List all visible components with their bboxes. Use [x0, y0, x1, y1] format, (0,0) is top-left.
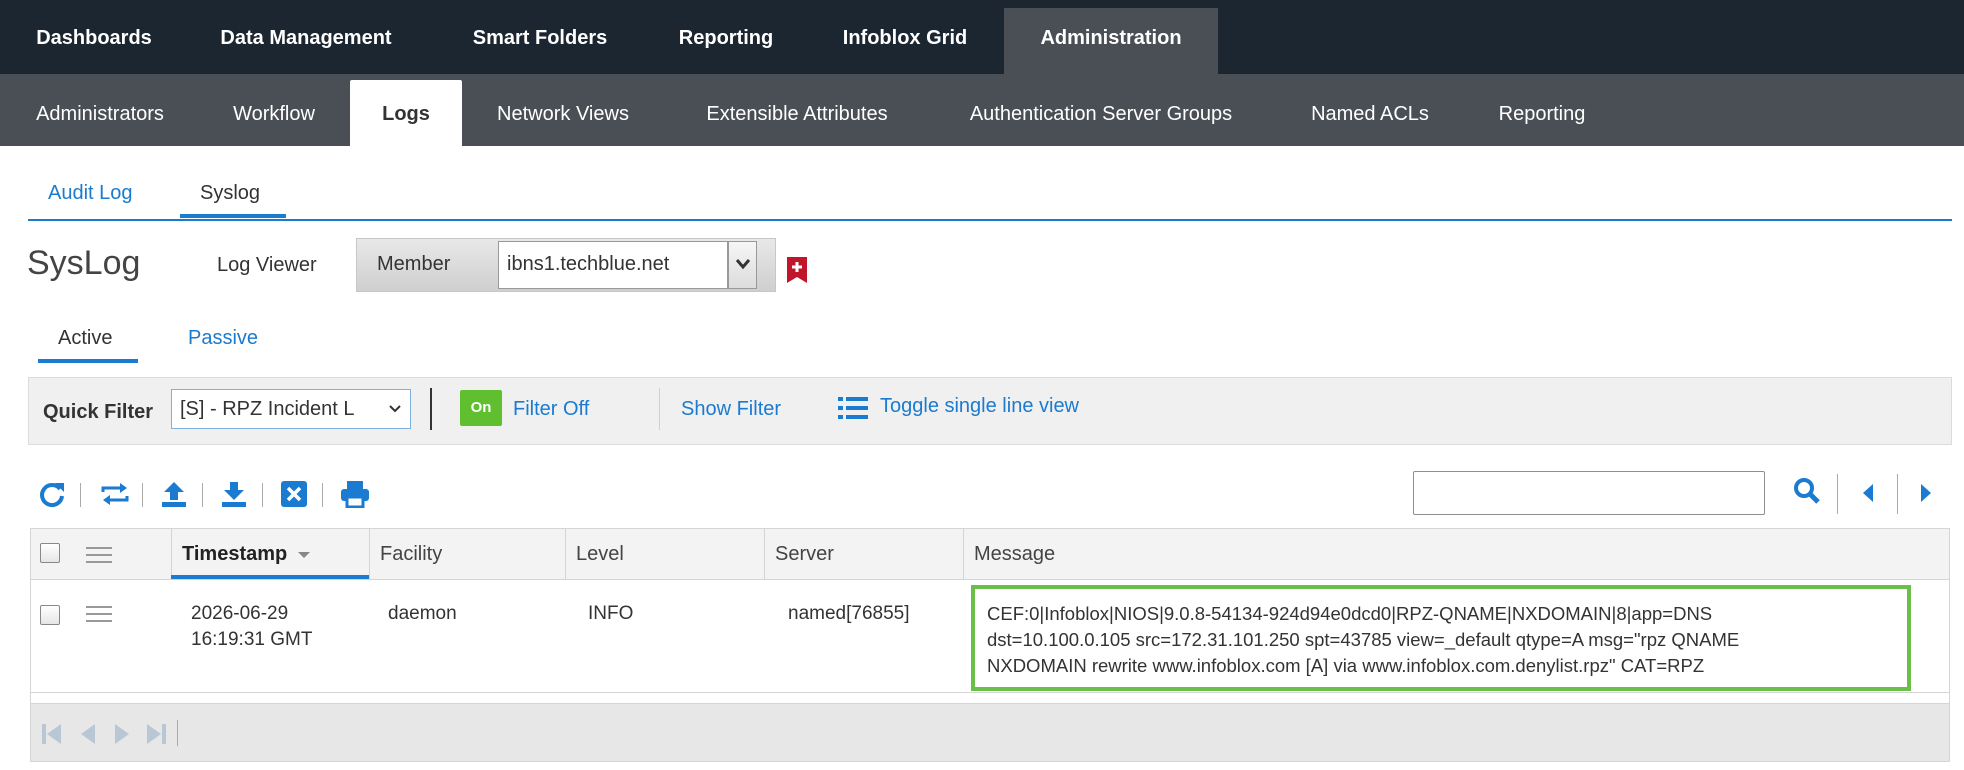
topnav-dashboards[interactable]: Dashboards: [0, 0, 188, 74]
download-icon[interactable]: [220, 480, 248, 508]
column-header-facility[interactable]: Facility: [369, 529, 565, 580]
subnav-administrators[interactable]: Administrators: [0, 74, 200, 146]
separator: [430, 388, 432, 430]
column-label: Timestamp: [182, 543, 288, 565]
sub-navigation: Administrators Workflow Logs Network Vie…: [0, 74, 1964, 146]
message-line: dst=10.100.0.105 src=172.31.101.250 spt=…: [987, 629, 1740, 650]
member-dropdown-button[interactable]: [728, 241, 757, 289]
message-line: NXDOMAIN rewrite www.infoblox.com [A] vi…: [987, 655, 1705, 676]
quick-filter-select[interactable]: [S] - RPZ Incident L: [171, 389, 411, 429]
separator: [80, 483, 81, 507]
column-header-timestamp[interactable]: Timestamp: [171, 529, 369, 580]
filter-on-badge[interactable]: On: [460, 390, 502, 426]
tab-active-underline: [38, 359, 138, 363]
top-navigation: Dashboards Data Management Smart Folders…: [0, 0, 1964, 74]
subnav-logs[interactable]: Logs: [350, 80, 462, 146]
previous-page-icon[interactable]: [79, 723, 97, 745]
tab-passive[interactable]: Passive: [188, 327, 258, 350]
cell-message: CEF:0|Infoblox|NIOS|9.0.8-54134-924d94e0…: [971, 585, 1911, 691]
grid-header: Timestamp Facility Level Server Message: [31, 529, 1949, 580]
row-checkbox[interactable]: [40, 605, 60, 625]
separator: [262, 483, 263, 507]
previous-page-icon[interactable]: [1860, 482, 1876, 504]
quick-filter-label: Quick Filter: [43, 401, 154, 423]
separator: [177, 720, 178, 746]
table-row[interactable]: 2026-06-29 16:19:31 GMT daemon INFO name…: [31, 581, 1949, 693]
tab-divider: [28, 219, 1952, 221]
subnav-network-views[interactable]: Network Views: [470, 74, 656, 146]
topnav-data-management[interactable]: Data Management: [188, 0, 424, 74]
separator: [1897, 474, 1898, 514]
list-icon[interactable]: [838, 396, 868, 420]
select-all-checkbox[interactable]: [40, 543, 60, 563]
topnav-administration[interactable]: Administration: [1004, 8, 1218, 74]
tab-active[interactable]: Active: [58, 327, 112, 350]
timestamp-date: 2026-06-29: [191, 603, 289, 624]
sorted-column-indicator: [171, 575, 369, 579]
search-icon[interactable]: [1793, 477, 1821, 505]
topnav-smart-folders[interactable]: Smart Folders: [440, 0, 640, 74]
quick-filter-value: [S] - RPZ Incident L: [180, 398, 355, 420]
tab-audit-log[interactable]: Audit Log: [48, 182, 133, 205]
subnav-authentication-server-groups[interactable]: Authentication Server Groups: [944, 74, 1258, 146]
column-menu-icon[interactable]: [86, 546, 112, 564]
subnav-named-acls[interactable]: Named ACLs: [1290, 74, 1450, 146]
column-header-server[interactable]: Server: [764, 529, 963, 580]
tab-syslog[interactable]: Syslog: [200, 182, 260, 205]
cell-facility: daemon: [388, 603, 457, 624]
separator: [142, 483, 143, 507]
separator: [1837, 474, 1838, 514]
last-page-icon[interactable]: [145, 723, 167, 745]
show-filter-link[interactable]: Show Filter: [681, 398, 781, 421]
separator: [659, 388, 660, 430]
syslog-grid: Timestamp Facility Level Server Message …: [30, 528, 1950, 762]
subnav-workflow[interactable]: Workflow: [206, 74, 342, 146]
next-page-icon[interactable]: [1918, 482, 1934, 504]
next-page-icon[interactable]: [113, 723, 131, 745]
member-selector: Member ibns1.techblue.net: [356, 238, 776, 292]
first-page-icon[interactable]: [41, 723, 63, 745]
upload-icon[interactable]: [160, 480, 188, 508]
tab-syslog-underline: [180, 214, 286, 218]
cell-timestamp: 2026-06-29 16:19:31 GMT: [191, 601, 312, 653]
chevron-down-icon: [735, 259, 751, 270]
separator: [202, 483, 203, 507]
cell-level: INFO: [588, 603, 634, 624]
message-line: CEF:0|Infoblox|NIOS|9.0.8-54134-924d94e0…: [987, 603, 1713, 624]
refresh-icon[interactable]: [38, 480, 66, 508]
subnav-reporting[interactable]: Reporting: [1476, 74, 1608, 146]
sort-descending-icon: [297, 552, 310, 558]
topnav-infoblox-grid[interactable]: Infoblox Grid: [810, 0, 1000, 74]
filter-off-link[interactable]: Filter Off: [513, 398, 589, 421]
auto-refresh-icon[interactable]: [100, 480, 130, 508]
bookmark-icon[interactable]: [786, 256, 808, 284]
column-header-level[interactable]: Level: [565, 529, 764, 580]
log-viewer-label: Log Viewer: [217, 254, 317, 276]
page-title: SysLog: [27, 244, 141, 282]
chevron-down-icon: [389, 405, 401, 413]
clear-icon[interactable]: [280, 480, 308, 508]
grid-pager: [31, 703, 1949, 761]
subnav-extensible-attributes[interactable]: Extensible Attributes: [680, 74, 914, 146]
filter-bar: Quick Filter [S] - RPZ Incident L On Fil…: [28, 377, 1952, 445]
separator: [322, 483, 323, 507]
member-select[interactable]: ibns1.techblue.net: [498, 241, 728, 289]
topnav-reporting[interactable]: Reporting: [656, 0, 796, 74]
print-icon[interactable]: [340, 480, 370, 508]
cell-server: named[76855]: [788, 603, 910, 624]
column-header-message[interactable]: Message: [963, 529, 1949, 580]
search-input[interactable]: [1413, 471, 1765, 515]
member-label: Member: [377, 253, 451, 275]
toggle-single-line-link[interactable]: Toggle single line view: [880, 395, 1079, 418]
timestamp-time: 16:19:31 GMT: [191, 629, 313, 650]
row-menu-icon[interactable]: [86, 605, 112, 623]
